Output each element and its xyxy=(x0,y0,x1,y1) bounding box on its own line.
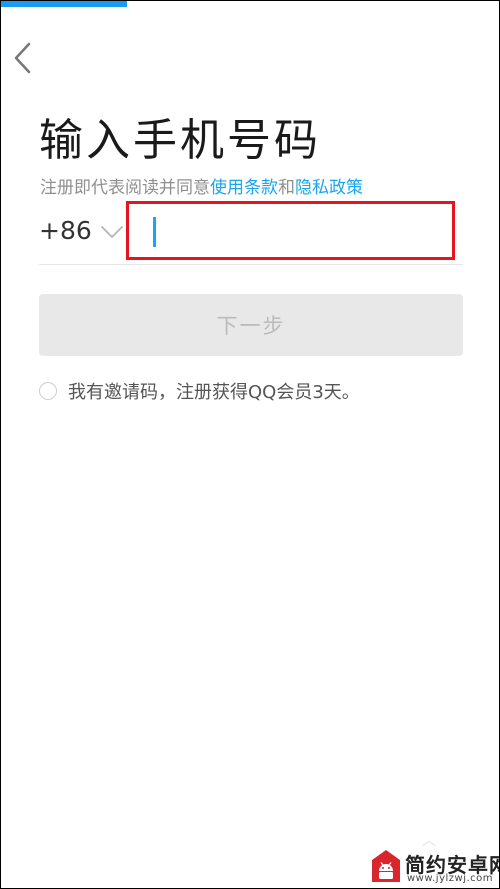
phone-number-input[interactable] xyxy=(139,210,451,250)
invite-code-option[interactable]: 我有邀请码，注册获得QQ会员3天。 xyxy=(39,378,360,404)
android-logo-icon xyxy=(372,850,400,882)
terms-notice: 注册即代表阅读并同意使用条款和隐私政策 xyxy=(40,173,363,198)
screen: 输入手机号码 注册即代表阅读并同意使用条款和隐私政策 +86 下一步 我有邀请码… xyxy=(0,0,500,889)
privacy-policy-link[interactable]: 隐私政策 xyxy=(295,178,363,198)
terms-and: 和 xyxy=(278,178,295,198)
chevron-down-icon xyxy=(100,225,123,238)
next-step-button[interactable]: 下一步 xyxy=(39,294,463,356)
watermark-url: www.jylzwj.com xyxy=(407,873,494,884)
country-code: +86 xyxy=(39,216,92,245)
phone-input-underline xyxy=(39,264,463,265)
terms-prefix: 注册即代表阅读并同意 xyxy=(40,178,210,198)
invite-radio[interactable] xyxy=(39,382,57,400)
terms-of-use-link[interactable]: 使用条款 xyxy=(210,178,278,198)
country-code-selector[interactable]: +86 xyxy=(39,216,124,245)
chevron-left-icon xyxy=(14,42,31,74)
invite-code-label: 我有邀请码，注册获得QQ会员3天。 xyxy=(68,382,360,403)
top-progress-bar xyxy=(1,1,127,7)
faint-mark: ︿ xyxy=(422,833,436,849)
watermark: 简约安卓网 www.jylzwj.com xyxy=(371,849,499,887)
phone-input-highlight xyxy=(126,201,455,260)
page-title: 输入手机号码 xyxy=(39,115,321,166)
back-button[interactable] xyxy=(9,41,39,75)
text-caret xyxy=(153,217,156,247)
